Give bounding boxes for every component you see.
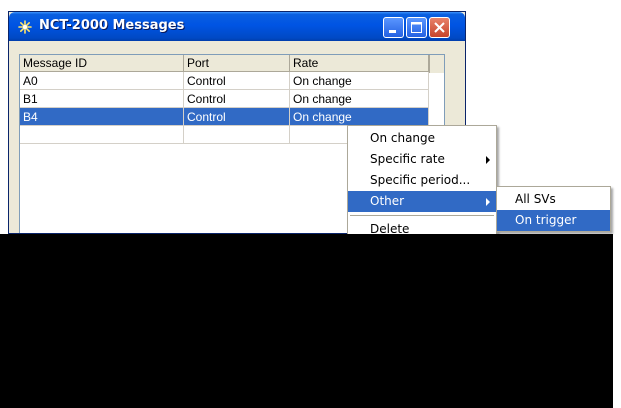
- maximize-button[interactable]: [406, 17, 427, 38]
- cell-port: Control: [183, 71, 290, 90]
- minimize-button[interactable]: [383, 17, 404, 38]
- submenu-arrow-icon: [486, 198, 490, 206]
- submenu-item-on-trigger[interactable]: On trigger: [497, 210, 610, 231]
- cell-port: Control: [183, 107, 290, 126]
- other-submenu: All SVs On trigger: [496, 186, 611, 232]
- menu-item-specific-period[interactable]: Specific period...: [348, 170, 496, 191]
- cell-empty: [183, 125, 290, 144]
- cell-message-id: B1: [20, 89, 184, 108]
- menu-item-label: Specific rate: [370, 152, 445, 166]
- submenu-item-label: On trigger: [515, 213, 577, 227]
- menu-item-label: Other: [370, 194, 405, 208]
- table-row-selected[interactable]: B4 Control On change: [20, 107, 429, 126]
- menu-item-specific-rate[interactable]: Specific rate: [348, 149, 496, 170]
- table-row[interactable]: A0 Control On change: [20, 71, 429, 90]
- cell-port: Control: [183, 89, 290, 108]
- cell-message-id: B4: [20, 107, 184, 126]
- column-header-message-id[interactable]: Message ID: [20, 55, 184, 72]
- table-header-row: Message ID Port Rate: [20, 55, 429, 72]
- cell-rate: On change: [289, 89, 429, 108]
- column-header-port[interactable]: Port: [183, 55, 290, 72]
- column-header-rate[interactable]: Rate: [289, 55, 429, 72]
- menu-separator: [350, 215, 494, 216]
- close-button[interactable]: [429, 17, 450, 38]
- menu-item-label: Specific period...: [370, 173, 471, 187]
- menu-item-label: On change: [370, 131, 436, 145]
- rate-context-menu: On change Specific rate Specific period.…: [347, 125, 497, 236]
- menu-item-on-change[interactable]: On change: [348, 128, 496, 149]
- maximize-icon: [411, 22, 422, 33]
- minimize-icon: [389, 30, 396, 33]
- cell-empty: [20, 125, 184, 144]
- submenu-item-label: All SVs: [515, 192, 556, 206]
- sparkle-icon: [18, 20, 32, 34]
- cell-rate: On change: [289, 71, 429, 90]
- table-row[interactable]: B1 Control On change: [20, 89, 429, 108]
- submenu-arrow-icon: [486, 156, 490, 164]
- header-filler: [429, 55, 444, 73]
- title-bar[interactable]: NCT-2000 Messages: [9, 12, 465, 41]
- cell-rate: On change: [289, 107, 429, 126]
- submenu-item-all-svs[interactable]: All SVs: [497, 189, 610, 210]
- menu-item-other[interactable]: Other: [348, 191, 496, 212]
- close-icon: [434, 22, 445, 33]
- redacted-region: [0, 234, 613, 408]
- cell-message-id: A0: [20, 71, 184, 90]
- window-title: NCT-2000 Messages: [39, 18, 185, 33]
